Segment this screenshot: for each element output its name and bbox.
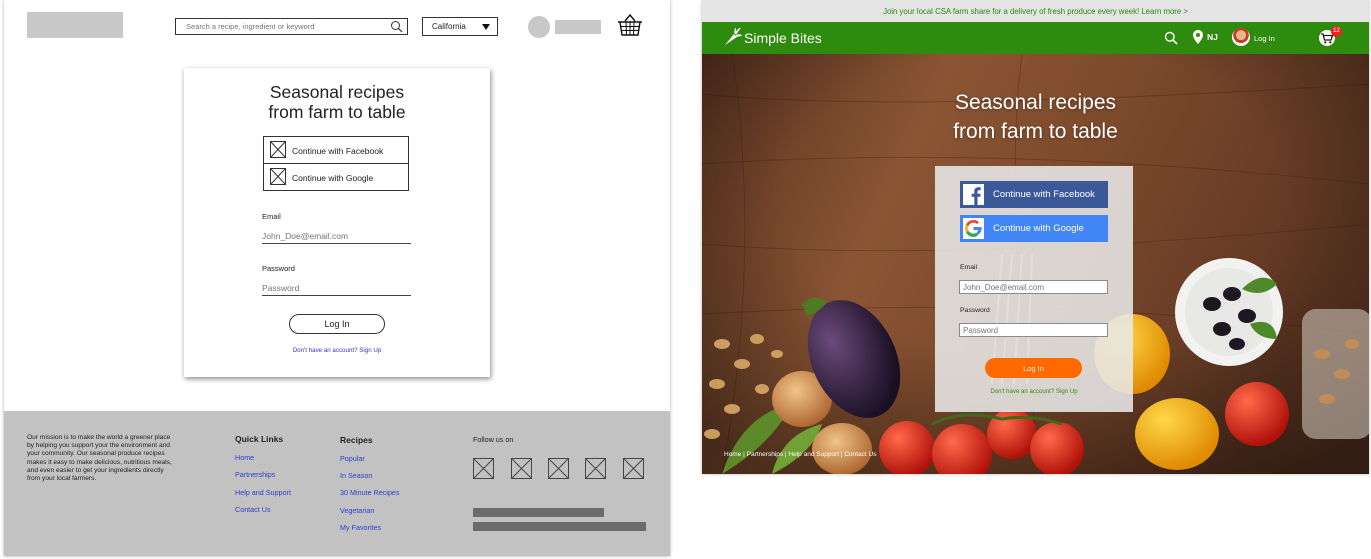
basket-icon[interactable] (617, 13, 643, 37)
mission-statement: Our mission is to make the world a green… (27, 434, 172, 483)
search-icon[interactable] (390, 20, 403, 33)
location-pin-icon[interactable] (1193, 30, 1203, 44)
social-icon-placeholder[interactable] (473, 458, 494, 479)
hero-title: Seasonal recipes from farm to table (702, 88, 1369, 146)
recipes-heading: Recipes (340, 435, 373, 445)
facebook-login-button[interactable]: Continue with Facebook (960, 181, 1108, 208)
top-nav: Simple Bites NJ Log In 12 (702, 22, 1369, 54)
facebook-icon-placeholder (270, 141, 286, 158)
text-placeholder-bar (473, 522, 646, 531)
footer-links[interactable]: Home | Partnerships | Help and Support |… (724, 451, 876, 458)
follow-us-label: Follow us on (473, 435, 514, 444)
google-login-button[interactable]: Continue with Google (263, 163, 409, 191)
login-button[interactable]: Log In (289, 314, 385, 334)
footer: Our mission is to make the world a green… (4, 411, 670, 556)
password-field[interactable] (262, 281, 411, 296)
login-card: Continue with Facebook Continue with Goo… (935, 166, 1133, 412)
footer-link-contact[interactable]: Contact Us (235, 505, 271, 514)
password-field[interactable] (959, 323, 1108, 337)
search-icon[interactable] (1164, 31, 1178, 45)
google-login-button[interactable]: Continue with Google (960, 215, 1108, 242)
password-label: Password (960, 307, 990, 314)
signup-link[interactable]: Don't have an account? Sign Up (184, 347, 490, 354)
cart-count-badge: 12 (1331, 26, 1342, 37)
email-label: Email (960, 264, 977, 271)
search-input[interactable] (186, 20, 381, 33)
google-login-label: Continue with Google (292, 173, 374, 183)
signup-link[interactable]: Don't have an account? Sign Up (935, 388, 1133, 395)
location-select[interactable]: California (422, 17, 498, 36)
facebook-login-button[interactable]: Continue with Facebook (263, 136, 409, 164)
facebook-login-label: Continue with Facebook (292, 146, 384, 156)
hero-title-line-2: from farm to table (953, 120, 1118, 143)
mockup-panel: Join your local CSA farm share for a del… (702, 0, 1369, 474)
chevron-down-icon (482, 24, 490, 30)
hero-background-image: Seasonal recipes from farm to table Cont… (702, 54, 1369, 474)
avatar[interactable] (1232, 28, 1250, 46)
social-icon-placeholder[interactable] (623, 458, 644, 479)
footer-link-popular[interactable]: Popular (340, 454, 365, 463)
footer-link-partnerships[interactable]: Partnerships (235, 470, 275, 479)
text-placeholder-bar (473, 508, 604, 517)
footer-link-home[interactable]: Home (235, 453, 254, 462)
social-icon-placeholder[interactable] (585, 458, 606, 479)
username-placeholder[interactable] (555, 20, 601, 34)
login-button[interactable]: Log In (985, 358, 1082, 378)
password-label: Password (262, 264, 295, 273)
social-icon-placeholder[interactable] (511, 458, 532, 479)
brand-name[interactable]: Simple Bites (744, 30, 822, 46)
footer-link-help[interactable]: Help and Support (235, 488, 291, 497)
title-line-1: Seasonal recipes (269, 82, 405, 102)
social-icon-placeholder[interactable] (548, 458, 569, 479)
quick-links-heading: Quick Links (235, 434, 284, 444)
login-card: Seasonal recipes from farm to table Cont… (184, 68, 490, 377)
hero-title-line-1: Seasonal recipes (954, 91, 1117, 114)
google-icon-placeholder (270, 168, 286, 185)
title-line-2: from farm to table (268, 102, 406, 122)
footer-link-30-minute[interactable]: 30 Minute Recipes (340, 488, 400, 497)
email-field[interactable] (959, 280, 1108, 294)
google-login-label: Continue with Google (993, 223, 1084, 234)
email-label: Email (262, 212, 281, 221)
footer-link-favorites[interactable]: My Favorites (340, 523, 381, 532)
email-field[interactable] (262, 229, 411, 244)
facebook-icon (963, 184, 984, 205)
promo-banner[interactable]: Join your local CSA farm share for a del… (702, 0, 1369, 22)
carrot-logo-icon[interactable] (723, 27, 743, 47)
wireframe-panel: California Seasonal recipes from farm to… (4, 0, 670, 556)
page-title: Seasonal recipes from farm to table (184, 82, 490, 122)
footer-link-in-season[interactable]: In Season (340, 471, 372, 480)
location-select-value: California (432, 22, 466, 31)
facebook-login-label: Continue with Facebook (993, 189, 1095, 200)
search-bar[interactable] (175, 18, 408, 35)
avatar-placeholder[interactable] (528, 16, 550, 38)
location-label[interactable]: NJ (1207, 32, 1218, 42)
google-icon (963, 218, 984, 239)
footer-link-vegetarian[interactable]: Vegetarian (340, 506, 374, 515)
login-link[interactable]: Log In (1254, 34, 1275, 43)
logo-placeholder[interactable] (27, 12, 123, 38)
